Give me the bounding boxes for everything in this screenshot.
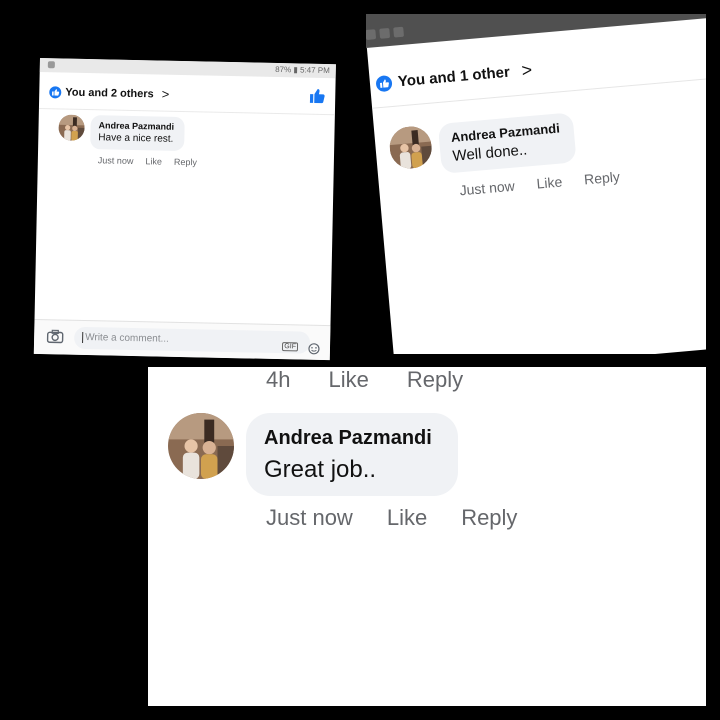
camera-icon[interactable]	[46, 328, 64, 349]
thumbs-up-icon[interactable]	[309, 88, 325, 109]
smiley-icon[interactable]	[308, 342, 320, 360]
avatar[interactable]	[168, 413, 234, 479]
screenshot-panel-1: 87% ▮ 5:47 PM You and 2 others > Andrea …	[33, 58, 336, 361]
comment-input[interactable]: Write a comment...	[73, 326, 311, 354]
like-link[interactable]: Like	[328, 367, 368, 393]
avatar[interactable]	[58, 114, 85, 141]
reply-link[interactable]: Reply	[583, 168, 620, 187]
comment: Andrea Pazmandi Well done..	[388, 112, 577, 178]
comment-author[interactable]: Andrea Pazmandi	[98, 120, 174, 132]
comment-actions: Just now Like Reply	[266, 505, 517, 531]
comment-actions: Just now Like Reply	[459, 168, 621, 198]
screenshot-panel-3: 4h Like Reply Andrea Pazmandi Great job.…	[148, 367, 706, 706]
image-icon	[379, 27, 391, 39]
comment-text: Great job..	[264, 456, 377, 483]
comment-actions: Just now Like Reply	[98, 155, 197, 167]
comment-input-placeholder: Write a comment...	[85, 332, 169, 345]
gif-button[interactable]: GIF	[282, 342, 299, 352]
comment-timestamp: Just now	[266, 505, 353, 530]
reply-link[interactable]: Reply	[461, 505, 517, 531]
reactions-label: You and 1 other	[397, 63, 511, 91]
facebook-icon	[366, 29, 377, 40]
like-link[interactable]: Like	[387, 505, 427, 531]
screenshot-panel-2: You and 1 other > Andrea Pazmandi Well d…	[366, 14, 706, 354]
comment: Andrea Pazmandi Have a nice rest.	[58, 114, 185, 152]
panel-2-content: You and 1 other > Andrea Pazmandi Well d…	[366, 14, 706, 354]
like-badge-icon	[49, 85, 62, 98]
reactions-link[interactable]: You and 2 others >	[49, 84, 169, 102]
comment-text: Have a nice rest.	[98, 132, 174, 145]
like-badge-icon	[375, 74, 393, 92]
reactions-header: You and 2 others >	[38, 71, 336, 116]
chevron-right-icon: >	[161, 86, 170, 102]
chevron-right-icon: >	[520, 59, 534, 81]
notification-icon	[47, 61, 55, 69]
previous-comment-actions: 4h Like Reply	[266, 367, 463, 393]
reactions-link[interactable]: You and 1 other >	[375, 60, 533, 95]
reply-link[interactable]: Reply	[174, 157, 197, 167]
comment-timestamp: Just now	[458, 177, 516, 199]
status-bar	[366, 14, 706, 49]
reactions-label: You and 2 others	[65, 86, 154, 100]
text-cursor	[82, 331, 84, 343]
like-link[interactable]: Like	[145, 156, 162, 166]
like-link[interactable]: Like	[536, 173, 563, 191]
comment-composer: Write a comment... GIF	[33, 318, 331, 361]
comment-bubble[interactable]: Andrea Pazmandi Have a nice rest.	[90, 115, 185, 152]
status-bar-info: 87% ▮ 5:47 PM	[275, 64, 330, 76]
comment-bubble[interactable]: Andrea Pazmandi Well done..	[437, 112, 577, 174]
avatar[interactable]	[388, 125, 434, 171]
comment: Andrea Pazmandi Great job..	[168, 413, 458, 496]
reply-link[interactable]: Reply	[407, 367, 463, 393]
video-icon	[393, 26, 405, 38]
comment-bubble[interactable]: Andrea Pazmandi Great job..	[246, 413, 458, 496]
status-icons	[366, 26, 405, 40]
comment-author[interactable]: Andrea Pazmandi	[264, 427, 432, 450]
comment-timestamp: Just now	[97, 155, 134, 166]
comment-timestamp: 4h	[266, 367, 291, 392]
